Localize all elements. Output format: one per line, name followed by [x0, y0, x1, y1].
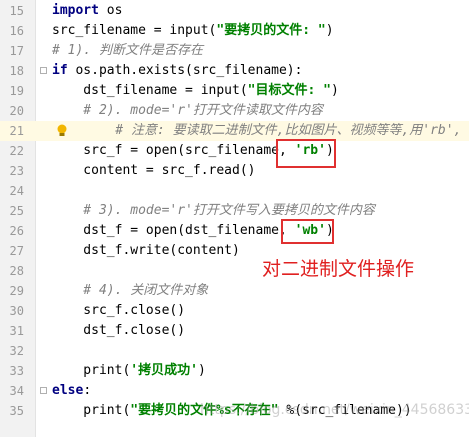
code-token: content = src_f.read() [52, 163, 256, 178]
line-number: 18 [9, 64, 24, 78]
line-number: 35 [9, 404, 24, 418]
code-line[interactable]: 32 [0, 341, 469, 361]
code-line[interactable]: 15 import os [0, 1, 469, 21]
code-text: content = src_f.read() [52, 161, 256, 181]
comment-token: # 注意: 要读取二进制文件,比如图片、视频等等,用'rb', 'wb', [84, 123, 469, 138]
code-line[interactable]: 23 content = src_f.read() [0, 161, 469, 181]
line-number: 23 [9, 164, 24, 178]
comment-token: # 1). 判断文件是否存在 [52, 43, 203, 58]
code-text: if os.path.exists(src_filename): [52, 61, 302, 81]
watermark: https://blog.csdn.net/weixin_44568633 [200, 402, 469, 418]
code-token: ) [325, 23, 334, 38]
code-text: # 2). mode='r'打开文件读取文件内容 [52, 101, 323, 121]
code-token: dst_f.write(content) [52, 243, 240, 258]
code-text: src_filename = input("要拷贝的文件: ") [52, 21, 334, 41]
code-token: dst_f = open(dst_filename, [52, 223, 295, 238]
code-token: os.path.exists(src_filename): [67, 63, 303, 78]
line-number: 30 [9, 304, 24, 318]
code-line[interactable]: 17 # 1). 判断文件是否存在 [0, 41, 469, 61]
code-line[interactable]: 20 # 2). mode='r'打开文件读取文件内容 [0, 101, 469, 121]
code-text: else: [52, 381, 91, 401]
line-number: 29 [9, 284, 24, 298]
rb-mode-highlight-box [276, 139, 336, 168]
line-number: 25 [9, 204, 24, 218]
code-token: src_filename = input( [52, 23, 217, 38]
line-number: 32 [9, 344, 24, 358]
code-text: # 1). 判断文件是否存在 [52, 41, 203, 61]
code-token: dst_filename = input( [52, 83, 248, 98]
code-text: print('拷贝成功') [52, 361, 206, 381]
code-token: print( [52, 403, 131, 418]
code-line[interactable]: 33 print('拷贝成功') [0, 361, 469, 381]
code-editor[interactable]: 15 import os 16 src_filename = input("要拷贝的文… [0, 0, 469, 437]
code-line[interactable]: 29 # 4). 关闭文件对象 [0, 281, 469, 301]
line-number: 26 [9, 224, 24, 238]
comment-token: # 3). mode='r'打开文件写入要拷贝的文件内容 [52, 203, 375, 218]
code-line[interactable]: 24 [0, 181, 469, 201]
binary-file-annotation: 对二进制文件操作 [262, 258, 415, 280]
line-number: 31 [9, 324, 24, 338]
code-text: # 4). 关闭文件对象 [52, 281, 208, 301]
line-number: 15 [9, 4, 24, 18]
keyword-token: import [52, 3, 99, 18]
line-number: 24 [9, 184, 24, 198]
code-token: dst_f.close() [52, 323, 186, 338]
code-line[interactable]: 25 # 3). mode='r'打开文件写入要拷贝的文件内容 [0, 201, 469, 221]
keyword-token: if [52, 63, 68, 78]
keyword-token: else [52, 383, 84, 398]
code-text: dst_filename = input("目标文件: ") [52, 81, 339, 101]
code-token: : [83, 383, 92, 398]
line-number: 33 [9, 364, 24, 378]
code-token: ) [197, 363, 206, 378]
code-line[interactable]: 18 if os.path.exists(src_filename): [0, 61, 469, 81]
code-text: import os [52, 1, 122, 21]
fold-marker-icon[interactable] [40, 67, 47, 74]
code-line[interactable]: 34 else: [0, 381, 469, 401]
string-token: '拷贝成功' [130, 363, 198, 378]
line-number: 21 [9, 124, 24, 138]
code-text: # 注意: 要读取二进制文件,比如图片、视频等等,用'rb', 'wb', [84, 121, 469, 141]
code-line[interactable]: 21 # 注意: 要读取二进制文件,比如图片、视频等等,用'rb', 'wb', [0, 121, 469, 141]
comment-token: # 4). 关闭文件对象 [52, 283, 209, 298]
line-number: 34 [9, 384, 24, 398]
line-number: 22 [9, 144, 24, 158]
code-token: os [98, 3, 123, 18]
line-number: 27 [9, 244, 24, 258]
comment-token: # 2). mode='r'打开文件读取文件内容 [52, 103, 323, 118]
string-token: "要拷贝的文件: " [216, 23, 326, 38]
code-token: print( [52, 363, 131, 378]
code-text: dst_f.write(content) [52, 241, 240, 261]
line-number: 20 [9, 104, 24, 118]
code-text: src_f.close() [52, 301, 185, 321]
code-line[interactable]: 26 dst_f = open(dst_filename, 'wb') [0, 221, 469, 241]
line-number: 28 [9, 264, 24, 278]
string-token: "目标文件: " [247, 83, 331, 98]
lightbulb-icon[interactable] [56, 124, 68, 138]
line-number: 17 [9, 44, 24, 58]
line-number: 19 [9, 84, 24, 98]
code-line[interactable]: 19 dst_filename = input("目标文件: ") [0, 81, 469, 101]
code-token: ) [330, 83, 339, 98]
code-line[interactable]: 31 dst_f.close() [0, 321, 469, 341]
code-line[interactable]: 30 src_f.close() [0, 301, 469, 321]
code-line[interactable]: 22 src_f = open(src_filename, 'rb') [0, 141, 469, 161]
code-text: dst_f.close() [52, 321, 185, 341]
code-token: src_f = open(src_filename, [52, 143, 295, 158]
code-text: # 3). mode='r'打开文件写入要拷贝的文件内容 [52, 201, 375, 221]
wb-mode-highlight-box [281, 219, 334, 244]
fold-marker-icon[interactable] [40, 387, 47, 394]
code-line[interactable]: 16 src_filename = input("要拷贝的文件: ") [0, 21, 469, 41]
line-number: 16 [9, 24, 24, 38]
code-token: src_f.close() [52, 303, 186, 318]
